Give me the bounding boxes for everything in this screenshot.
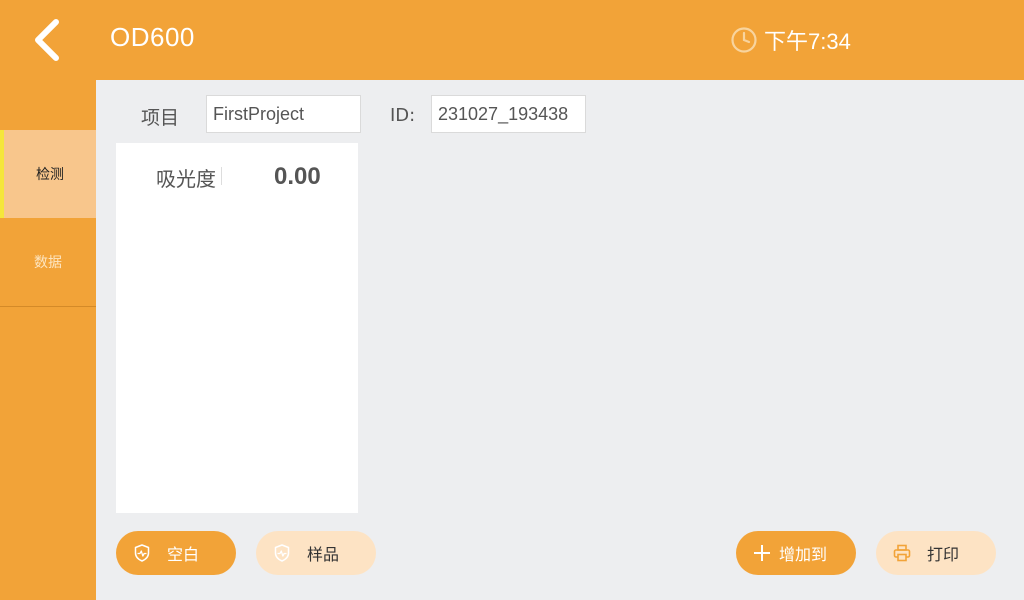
back-button[interactable]: [22, 14, 70, 66]
sidebar-item-data[interactable]: 数据: [0, 218, 96, 306]
add-to-button[interactable]: 增加到: [736, 531, 856, 575]
clock-time: 下午7:34: [764, 29, 851, 54]
blank-button-label: 空白: [166, 545, 199, 564]
app-title: OD600: [110, 22, 195, 52]
add-to-button-label: 增加到: [778, 545, 827, 564]
chevron-left-icon: [35, 19, 59, 61]
id-input[interactable]: [431, 95, 586, 133]
sample-button[interactable]: 样品: [256, 531, 376, 575]
sample-button-label: 样品: [306, 545, 339, 564]
absorbance-value: 0.00: [274, 163, 321, 190]
clock: 下午7:34: [730, 25, 851, 55]
top-bar: OD600 下午7:34: [0, 0, 1024, 80]
sidebar-item-label: 数据: [34, 255, 62, 271]
sidebar: 检测 数据: [0, 80, 96, 600]
measurement-panel: 吸光度 0.00: [116, 143, 358, 513]
blank-button[interactable]: 空白: [116, 531, 236, 575]
project-label: 项目: [141, 107, 180, 129]
sidebar-item-label: 检测: [36, 167, 64, 183]
project-input[interactable]: [206, 95, 361, 133]
sidebar-item-detect[interactable]: 检测: [0, 130, 96, 218]
absorbance-label: 吸光度: [156, 167, 216, 191]
id-label: ID:: [390, 105, 416, 126]
absorbance-separator: [221, 167, 222, 185]
sidebar-divider: [0, 306, 96, 307]
print-button[interactable]: 打印: [876, 531, 996, 575]
clock-icon: [731, 27, 757, 53]
print-button-label: 打印: [926, 545, 959, 564]
